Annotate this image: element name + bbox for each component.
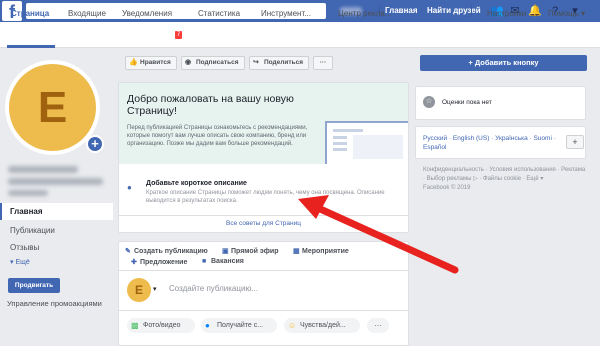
thumbs-up-icon: 👍 [129,59,138,66]
composer-more-button[interactable]: ··· [367,318,389,333]
create-post-tab[interactable]: ✎ Создать публикацию [125,247,208,255]
location-pin-icon: ● [127,183,132,192]
topbar-divider [471,5,472,17]
messenger-icon: ● [205,321,210,330]
tag-icon: ✚ [131,259,137,266]
event-tab[interactable]: ▦ Мероприятие [293,247,349,255]
post-composer-input[interactable]: Создайте публикацию... [169,284,258,293]
chevron-down-icon: ▾ [581,9,586,18]
tab-inbox[interactable]: Входящие [68,9,106,18]
tab-page[interactable]: Страница [11,9,49,18]
tab-help[interactable]: Помощь ▾ [548,9,585,18]
pencil-icon: ✎ [125,248,131,255]
share-icon: ↪ [253,59,259,66]
briefcase-icon: ■ [202,258,207,265]
create-post-label: Создать публикацию [134,248,208,255]
page-avatar[interactable]: E [9,64,96,151]
page-tab-bar [0,22,600,48]
tab-statistics[interactable]: Статистика [198,9,240,18]
get-messages-button[interactable]: ● Получайте с... [201,318,277,333]
job-label: Вакансия [211,258,244,265]
description-tip-title[interactable]: Добавьте короткое описание [146,180,247,187]
event-label: Мероприятие [302,248,349,255]
like-label: Нравится [140,59,171,66]
page-preview-illustration [325,121,408,164]
rss-icon: ◉ [185,59,192,66]
page-name-blurred [8,166,78,173]
photo-video-button[interactable]: ▩ Фото/видео [127,318,195,333]
tab-tools[interactable]: Инструмент... [261,9,311,18]
sidebar-item-main[interactable]: Главная [0,203,113,220]
description-tip-body: Краткое описание Страницы поможет людям … [146,190,385,204]
language-links[interactable]: Русский · English (US) · Українська · Su… [423,134,561,152]
footer-link-list[interactable]: Конфиденциальность · Условия использован… [423,166,588,184]
composer-divider [119,270,408,271]
sidebar-item-more[interactable]: ▾ Ещё [10,258,30,266]
live-label: Прямой эфир [231,248,279,255]
all-tips-link[interactable]: Все советы для Страниц [119,220,408,227]
tab-notifications[interactable]: Уведомления [122,9,172,18]
active-tab-indicator [7,45,55,48]
offer-tab[interactable]: ✚ Предложение [131,258,187,266]
composer-avatar[interactable]: E [127,278,151,302]
feelings-label: Чувства/дей... [300,322,346,329]
manage-promotions-link[interactable]: Управление промоакциями [7,299,102,308]
footer-links[interactable]: Конфиденциальность · Условия использован… [423,166,588,193]
video-camera-icon: ▣ [222,248,229,255]
live-video-tab[interactable]: ▣ Прямой эфир [222,247,278,255]
job-tab[interactable]: ■ Вакансия [202,258,244,265]
card-divider [119,215,408,216]
welcome-body: Перед публикацией Страницы ознакомьтесь … [127,125,308,147]
rating-card [415,86,586,120]
get-messages-label: Получайте с... [217,322,264,329]
rating-text: Оценки пока нет [442,99,492,106]
chevron-down-icon[interactable]: ▾ [153,285,157,293]
notifications-icon[interactable]: 🔔 [528,4,542,18]
more-actions-button[interactable]: ··· [313,56,333,70]
rating-speech-icon: ☆ [423,96,435,108]
sidebar-item-posts[interactable]: Публикации [10,226,55,235]
share-label: Поделиться [264,59,304,66]
like-button[interactable]: 👍 Нравится [125,56,177,70]
sidebar-item-reviews[interactable]: Отзывы [10,243,39,252]
add-photo-icon[interactable]: + [86,135,104,153]
tab-help-label: Помощь [548,9,579,18]
welcome-title: Добро пожаловать на вашу новую Страницу! [127,93,294,117]
follow-label: Подписаться [196,59,239,66]
offer-label: Предложение [140,259,188,266]
promote-button[interactable]: Продвигать [8,278,60,293]
tab-ad-center[interactable]: Центр рекла... [338,9,391,18]
page-name-blurred [8,178,103,185]
tab-settings[interactable]: Настройки [487,9,526,18]
composer-divider [119,310,408,311]
photo-icon: ▩ [131,321,139,330]
photo-video-label: Фото/видео [143,322,181,329]
add-language-button[interactable]: + [566,135,584,149]
page-username-blurred [8,190,48,196]
nav-find-friends-link[interactable]: Найти друзей [427,6,481,15]
add-button[interactable]: + Добавить кнопку [420,55,587,71]
share-button[interactable]: ↪ Поделиться [249,56,309,70]
copyright-text: Facebook © 2019 [423,185,471,191]
follow-button[interactable]: ◉ Подписаться [181,56,245,70]
calendar-icon: ▦ [293,248,300,255]
smiley-icon: ☺ [288,321,297,330]
feelings-button[interactable]: ☺ Чувства/дей... [284,318,360,333]
notifications-badge: 7 [175,31,182,39]
